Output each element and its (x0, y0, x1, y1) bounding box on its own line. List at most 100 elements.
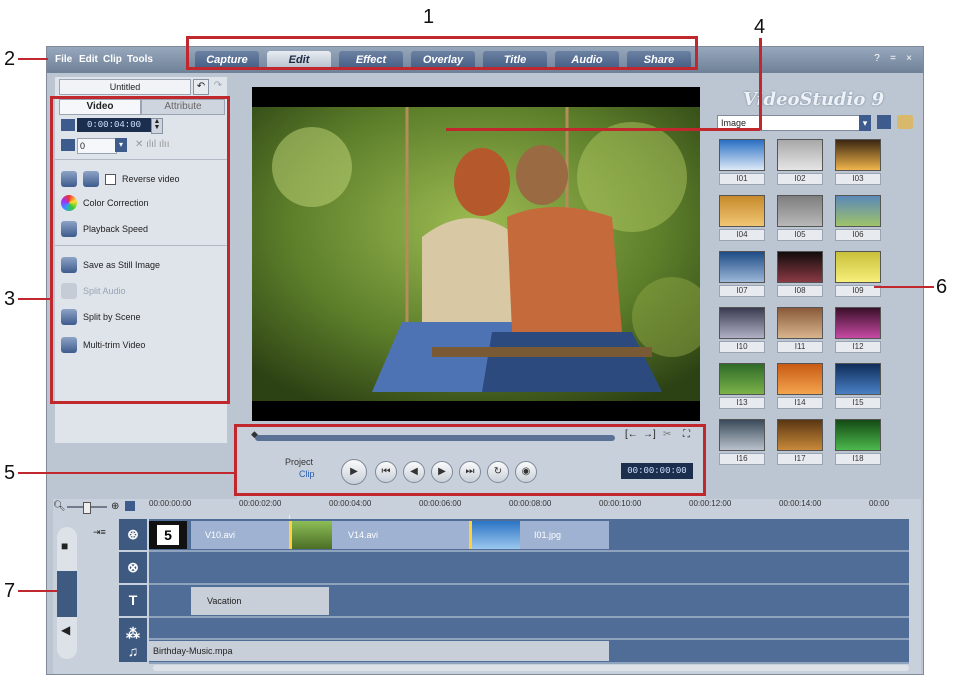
library-thumbnail[interactable] (777, 363, 823, 395)
zoom-slider-handle[interactable] (83, 502, 91, 514)
callout-6-line (874, 286, 934, 288)
ruler-tick-label: 00:00:06:00 (419, 499, 462, 508)
library-thumbnail[interactable] (777, 251, 823, 283)
zoom-in-icon[interactable]: ⊕ (111, 501, 119, 512)
title-track[interactable]: Vacation (149, 585, 909, 618)
start-frame-number: 5 (157, 525, 179, 545)
library-thumbnail-label: I02 (777, 173, 823, 185)
library-thumbnail[interactable] (777, 139, 823, 171)
callout-5-line (18, 472, 236, 474)
folder-icon[interactable] (897, 115, 913, 129)
library-thumbnail-label: I16 (719, 453, 765, 465)
library-thumbnail[interactable] (835, 419, 881, 451)
chevron-down-icon[interactable]: ▾ (859, 115, 871, 131)
video-frame (252, 107, 700, 401)
video-clip-v14-thumbnail (292, 521, 332, 549)
library-thumbnail-label: I06 (835, 229, 881, 241)
menu-file[interactable]: File (55, 54, 72, 65)
callout-4-line-vertical (759, 38, 762, 130)
video-track[interactable]: 5 V10.avi V14.avi I01.jpg (149, 519, 909, 552)
library-thumbnail[interactable] (719, 419, 765, 451)
library-thumbnail-label: I11 (777, 341, 823, 353)
library-thumbnail[interactable] (777, 195, 823, 227)
music-clip[interactable]: Birthday-Music.mpa (149, 641, 609, 661)
library-thumbnail[interactable] (835, 139, 881, 171)
storyboard-view-icon[interactable]: ■ (61, 539, 68, 553)
library-thumbnail-label: I05 (777, 229, 823, 241)
title-clip-extension[interactable] (291, 587, 329, 615)
ruler-tick-label: 00:00 (869, 499, 890, 508)
overlay-track[interactable] (149, 552, 909, 585)
callout-4-line (446, 128, 760, 131)
ruler-tick-label: 00:00:14:00 (779, 499, 822, 508)
video-clip-v10[interactable]: V10.avi (191, 521, 289, 549)
library-thumbnail[interactable] (835, 195, 881, 227)
callout-1: 1 (423, 6, 435, 28)
options-highlight-box (50, 96, 230, 404)
timeline-ruler[interactable]: 00:00:00:00 00:00:02:00 00:00:04:00 00:00:0… (149, 499, 909, 515)
fit-project-icon[interactable] (125, 501, 135, 511)
library-panel: VideoStudio 9 Image ▾ I01 I02 I03 I04 I05 I06… (713, 83, 917, 473)
callout-4: 4 (754, 16, 766, 38)
menu-edit[interactable]: Edit (79, 54, 98, 65)
library-thumbnail-label: I07 (719, 285, 765, 297)
callout-6: 6 (936, 276, 948, 298)
callout-3: 3 (4, 288, 16, 310)
library-thumbnail[interactable] (777, 419, 823, 451)
library-thumbnail[interactable] (777, 307, 823, 339)
ruler-tick-label: 00:00:00:00 (149, 499, 192, 508)
library-thumbnail-label: I13 (719, 397, 765, 409)
library-thumbnail[interactable] (719, 139, 765, 171)
redo-icon[interactable]: ↷ (211, 79, 225, 93)
title-track-icon: T (119, 585, 147, 616)
ruler-tick-label: 00:00:02:00 (239, 499, 282, 508)
voice-track[interactable] (149, 618, 909, 640)
timeline-view-button[interactable] (57, 571, 77, 617)
help-button[interactable]: ? (871, 53, 883, 65)
brand-logo: VideoStudio 9 (743, 89, 885, 110)
preview-window (252, 87, 700, 421)
callout-7-line (18, 590, 58, 592)
zoom-out-icon[interactable]: 🔍︎ (53, 501, 66, 512)
audio-view-icon[interactable]: ◀ (61, 623, 70, 637)
callout-3-line (18, 298, 52, 300)
minimize-button[interactable]: = (887, 53, 899, 65)
undo-icon[interactable]: ↶ (193, 79, 209, 95)
menu-tools[interactable]: Tools (127, 54, 153, 65)
library-thumbnail[interactable] (835, 307, 881, 339)
callout-7: 7 (4, 580, 16, 602)
library-thumbnail-label: I08 (777, 285, 823, 297)
library-thumbnail[interactable] (719, 307, 765, 339)
library-thumbnail[interactable] (835, 251, 881, 283)
import-icon[interactable] (877, 115, 891, 129)
library-thumbnail-label: I14 (777, 397, 823, 409)
music-track[interactable]: Birthday-Music.mpa (149, 640, 909, 664)
video-track-icon: ⊛ (119, 519, 147, 550)
library-thumbnail-label: I10 (719, 341, 765, 353)
video-frame-image (252, 107, 700, 401)
navigation-highlight-box (234, 424, 706, 496)
callout-2-line (18, 58, 48, 60)
ruler-tick-label: 00:00:10:00 (599, 499, 642, 508)
library-thumbnail-label: I15 (835, 397, 881, 409)
menu-clip[interactable]: Clip (103, 54, 122, 65)
library-thumbnail-label: I01 (719, 173, 765, 185)
library-thumbnail[interactable] (835, 363, 881, 395)
music-track-icon: ♫ (119, 640, 147, 662)
start-clip[interactable]: 5 (149, 521, 187, 549)
library-thumbnail[interactable] (719, 363, 765, 395)
callout-2: 2 (4, 48, 16, 70)
track-manager-icon[interactable]: ⇥≡ (93, 527, 113, 541)
library-thumbnail-label: I17 (777, 453, 823, 465)
close-button[interactable]: × (903, 53, 915, 65)
timeline-scrollbar[interactable] (153, 665, 909, 671)
overlay-track-icon: ⊗ (119, 552, 147, 583)
library-thumbnail-label: I12 (835, 341, 881, 353)
image-clip-i01-thumbnail (472, 521, 520, 549)
project-name-field[interactable]: Untitled (59, 79, 191, 95)
library-thumbnail[interactable] (719, 251, 765, 283)
title-clip[interactable]: Vacation (191, 587, 291, 615)
timeline-panel: 🔍︎ ⊕ 00:00:00:00 00:00:02:00 00:00:04:00 00… (53, 499, 921, 674)
ruler-tick-label: 00:00:12:00 (689, 499, 732, 508)
library-thumbnail[interactable] (719, 195, 765, 227)
